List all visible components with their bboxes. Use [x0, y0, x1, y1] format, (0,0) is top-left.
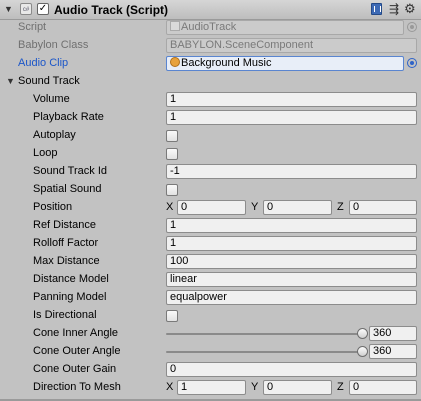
cone-outer-angle-row: Cone Outer Angle 360 [0, 343, 421, 361]
direction-x-label: X [166, 381, 174, 393]
sound-track-id-label: Sound Track Id [33, 165, 107, 177]
position-label: Position [33, 201, 73, 213]
direction-y-label: Y [251, 381, 259, 393]
cone-outer-gain-input[interactable]: 0 [166, 362, 417, 377]
max-distance-row: Max Distance 100 [0, 253, 421, 271]
audio-clip-picker-icon[interactable] [407, 58, 417, 68]
distance-model-row: Distance Model linear [0, 271, 421, 289]
ref-distance-row: Ref Distance 1 [0, 217, 421, 235]
babylon-class-field: BABYLON.SceneComponent [166, 38, 417, 53]
distance-model-input[interactable]: linear [166, 272, 417, 287]
is-directional-row: Is Directional [0, 307, 421, 325]
spatial-sound-row: Spatial Sound [0, 181, 421, 199]
volume-row: Volume 1 [0, 91, 421, 109]
script-icon: c# [20, 3, 32, 15]
cone-outer-angle-label: Cone Outer Angle [33, 345, 121, 357]
loop-label: Loop [33, 147, 58, 159]
loop-checkbox[interactable] [166, 148, 178, 160]
cone-inner-angle-row: Cone Inner Angle 360 [0, 325, 421, 343]
autoplay-row: Autoplay [0, 127, 421, 145]
script-label: Script [18, 21, 47, 33]
cone-outer-angle-slider-thumb[interactable] [356, 346, 368, 357]
audio-clip-label: Audio Clip [18, 57, 69, 69]
volume-input[interactable]: 1 [166, 92, 417, 107]
distance-model-label: Distance Model [33, 273, 109, 285]
position-x-input[interactable]: 0 [177, 200, 246, 215]
audio-clip-icon [170, 57, 180, 67]
cone-outer-angle-slider-track[interactable] [166, 351, 362, 353]
direction-to-mesh-label: Direction To Mesh [33, 381, 121, 393]
babylon-class-row: Babylon Class BABYLON.SceneComponent [0, 37, 421, 55]
direction-z-input[interactable]: 0 [349, 380, 417, 395]
position-z-label: Z [337, 201, 344, 213]
cone-outer-angle-input[interactable]: 360 [369, 344, 417, 359]
audio-clip-value: Background Music [181, 57, 272, 69]
collapse-arrow-icon[interactable]: ▼ [4, 4, 13, 14]
direction-y-input[interactable]: 0 [263, 380, 332, 395]
sound-track-foldout[interactable]: ▼ Sound Track [0, 73, 421, 91]
max-distance-input[interactable]: 100 [166, 254, 417, 269]
panning-model-label: Panning Model [33, 291, 107, 303]
is-directional-label: Is Directional [33, 309, 97, 321]
component-header: ▼ c# ✓ Audio Track (Script) ⇶ ⚙ [0, 0, 421, 20]
ref-distance-input[interactable]: 1 [166, 218, 417, 233]
playback-rate-label: Playback Rate [33, 111, 104, 123]
direction-z-label: Z [337, 381, 344, 393]
position-x-label: X [166, 201, 174, 213]
rolloff-factor-input[interactable]: 1 [166, 236, 417, 251]
position-y-input[interactable]: 0 [263, 200, 332, 215]
babylon-class-label: Babylon Class [18, 39, 89, 51]
direction-to-mesh-row: Direction To Mesh X 1 Y 0 Z 0 [0, 379, 421, 397]
spatial-sound-checkbox[interactable] [166, 184, 178, 196]
spatial-sound-label: Spatial Sound [33, 183, 102, 195]
cone-inner-angle-slider-track[interactable] [166, 333, 362, 335]
script-value: AudioTrack [181, 21, 237, 33]
loop-row: Loop [0, 145, 421, 163]
position-row: Position X 0 Y 0 Z 0 [0, 199, 421, 217]
component-enabled-checkbox[interactable]: ✓ [37, 3, 49, 15]
script-picker-icon [407, 22, 417, 32]
cone-outer-gain-label: Cone Outer Gain [33, 363, 117, 375]
playback-rate-row: Playback Rate 1 [0, 109, 421, 127]
sound-track-id-input[interactable]: -1 [166, 164, 417, 179]
autoplay-label: Autoplay [33, 129, 76, 141]
is-directional-checkbox[interactable] [166, 310, 178, 322]
rolloff-factor-row: Rolloff Factor 1 [0, 235, 421, 253]
sound-track-id-row: Sound Track Id -1 [0, 163, 421, 181]
direction-x-input[interactable]: 1 [177, 380, 246, 395]
sound-track-expand-arrow-icon[interactable]: ▼ [6, 76, 15, 86]
preset-sliders-icon[interactable]: ⇶ [389, 2, 399, 16]
settings-gear-icon[interactable]: ⚙ [404, 1, 416, 17]
position-y-label: Y [251, 201, 259, 213]
autoplay-checkbox[interactable] [166, 130, 178, 142]
audio-clip-field[interactable]: Background Music [166, 56, 404, 71]
volume-label: Volume [33, 93, 70, 105]
audio-clip-row: Audio Clip Background Music [0, 55, 421, 73]
max-distance-label: Max Distance [33, 255, 100, 267]
cone-outer-gain-row: Cone Outer Gain 0 [0, 361, 421, 379]
cone-inner-angle-slider-thumb[interactable] [356, 328, 368, 339]
cone-inner-angle-label: Cone Inner Angle [33, 327, 119, 339]
ref-distance-label: Ref Distance [33, 219, 96, 231]
sound-track-label[interactable]: Sound Track [18, 75, 80, 87]
panning-model-row: Panning Model equalpower [0, 289, 421, 307]
cone-inner-angle-input[interactable]: 360 [369, 326, 417, 341]
script-row: Script AudioTrack [0, 19, 421, 37]
component-title: Audio Track (Script) [54, 3, 169, 17]
script-field: AudioTrack [166, 20, 404, 35]
playback-rate-input[interactable]: 1 [166, 110, 417, 125]
babylon-class-value: BABYLON.SceneComponent [170, 39, 314, 51]
panning-model-input[interactable]: equalpower [166, 290, 417, 305]
position-z-input[interactable]: 0 [349, 200, 417, 215]
rolloff-factor-label: Rolloff Factor [33, 237, 99, 249]
help-book-icon[interactable] [371, 3, 382, 15]
script-file-icon [170, 21, 180, 31]
